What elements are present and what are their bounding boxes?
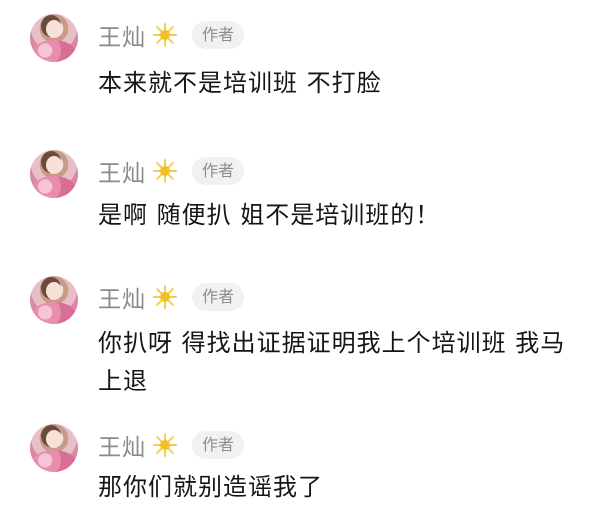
author-badge: 作者 xyxy=(192,21,245,49)
avatar-dress xyxy=(32,40,76,62)
sun-icon xyxy=(152,284,178,310)
username[interactable]: 王灿 xyxy=(98,280,146,314)
comment-text: 本来就不是培训班 不打脸 xyxy=(98,69,382,97)
username[interactable]: 王灿 xyxy=(98,428,146,462)
avatar-dress xyxy=(32,450,76,472)
avatar[interactable] xyxy=(30,14,78,62)
comment-text: 那你们就别造谣我了 xyxy=(98,473,323,501)
author-row: 王灿 作者 xyxy=(98,428,245,462)
avatar-face xyxy=(46,282,62,300)
sun-icon xyxy=(152,432,178,458)
avatar[interactable] xyxy=(30,150,78,198)
author-badge: 作者 xyxy=(192,283,245,311)
avatar[interactable] xyxy=(30,276,78,324)
avatar-dress xyxy=(32,302,76,324)
comment-text: 你扒呀 得找出证据证明我上个培训班 我马上退 xyxy=(98,329,566,395)
avatar-face xyxy=(46,20,62,38)
author-row: 王灿 作者 xyxy=(98,18,245,52)
author-badge: 作者 xyxy=(192,157,245,185)
avatar-dress xyxy=(32,176,76,198)
author-badge: 作者 xyxy=(192,431,245,459)
sun-icon xyxy=(152,158,178,184)
sun-icon xyxy=(152,22,178,48)
author-row: 王灿 作者 xyxy=(98,280,245,314)
avatar-face xyxy=(46,156,62,174)
comment-text: 是啊 随便扒 姐不是培训班的！ xyxy=(98,201,441,229)
username[interactable]: 王灿 xyxy=(98,154,146,188)
avatar[interactable] xyxy=(30,424,78,472)
avatar-face xyxy=(46,430,62,448)
username[interactable]: 王灿 xyxy=(98,18,146,52)
author-row: 王灿 作者 xyxy=(98,154,245,188)
